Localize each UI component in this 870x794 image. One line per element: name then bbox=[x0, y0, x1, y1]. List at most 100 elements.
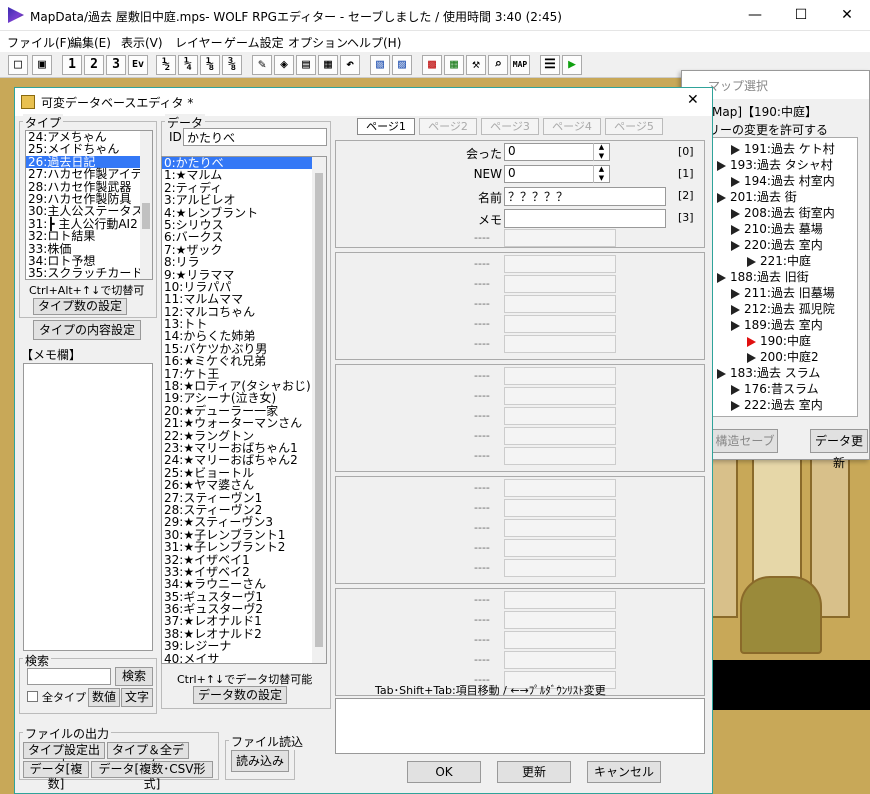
data-list-item[interactable]: 14:からくた姉弟 bbox=[162, 330, 326, 343]
id-input[interactable]: かたりべ bbox=[183, 128, 327, 146]
menu-game-settings[interactable]: ゲーム設定 bbox=[224, 34, 284, 51]
data-list-item[interactable]: 6:バークス bbox=[162, 231, 326, 244]
permission-checkbox[interactable]: リーの変更を許可する bbox=[708, 121, 828, 138]
spin-arrows-icon[interactable]: ▲ ▼ bbox=[593, 165, 609, 183]
spin-arrows-icon[interactable]: ▲ ▼ bbox=[593, 143, 609, 161]
data-list-item[interactable]: 21:★ウォーターマンさん bbox=[162, 417, 326, 430]
data-count-button[interactable]: データ数の設定 bbox=[193, 686, 287, 704]
save-icon[interactable]: ▣ bbox=[32, 55, 52, 75]
menu-layer[interactable]: レイヤー bbox=[175, 34, 223, 51]
tree-node[interactable]: 220:過去 室内 bbox=[731, 236, 823, 253]
layer-1-button[interactable]: 1 bbox=[62, 55, 82, 75]
tree-node[interactable]: 211:過去 旧墓場 bbox=[731, 284, 835, 301]
zoom-2-icon[interactable]: ¼ bbox=[178, 55, 198, 75]
tree-node[interactable]: 194:過去 村室内 bbox=[731, 172, 835, 189]
cancel-button[interactable]: キャンセル bbox=[587, 761, 661, 783]
tree-node[interactable]: 210:過去 墓場 bbox=[731, 220, 823, 237]
tree-node[interactable]: 176:昔スラム bbox=[731, 380, 819, 397]
data-list-item[interactable]: 39:レジーナ bbox=[162, 640, 326, 653]
tab-page-5[interactable]: ページ5 bbox=[605, 118, 663, 135]
memo-textarea[interactable] bbox=[23, 363, 153, 651]
map-settings-icon[interactable]: ▧ bbox=[370, 55, 390, 75]
data-multi-output-button[interactable]: データ[複数] bbox=[23, 761, 89, 791]
undo-icon[interactable]: ↶ bbox=[340, 55, 360, 75]
database-icon[interactable]: ▦ bbox=[444, 55, 464, 75]
tool-icon[interactable]: ⚒ bbox=[466, 55, 486, 75]
chip-settings-icon[interactable]: ▩ bbox=[422, 55, 442, 75]
type-list-item[interactable]: 27:ハカセ作製アイテム bbox=[26, 168, 152, 181]
tree-node[interactable]: 222:過去 室内 bbox=[731, 396, 823, 413]
data-list-item[interactable]: 19:アシーナ(泣き女) bbox=[162, 392, 326, 405]
tab-page-4[interactable]: ページ4 bbox=[543, 118, 601, 135]
search-input[interactable] bbox=[27, 668, 111, 685]
field-memo-input[interactable] bbox=[504, 209, 666, 228]
close-button[interactable]: ✕ bbox=[824, 0, 870, 31]
type-list[interactable]: 24:アメちゃん 25:メイドちゃん 26:過去日記 27:ハカセ作製アイテム 28:ハ… bbox=[25, 130, 153, 280]
tree-node[interactable]: 189:過去 室内 bbox=[731, 316, 823, 333]
maximize-button[interactable]: ☐ bbox=[778, 0, 824, 31]
menu-edit[interactable]: 編集(E) bbox=[70, 34, 111, 51]
data-list[interactable]: 0:かたりべ 1:★マルム 2:ティディ 3:アルビレオ 4:★レンブラント 5:シリウス… bbox=[161, 156, 327, 664]
new-file-icon[interactable]: □ bbox=[8, 55, 28, 75]
type-list-item[interactable]: 25:メイドちゃん bbox=[26, 143, 152, 156]
fill-icon[interactable]: ◈ bbox=[274, 55, 294, 75]
scroll-thumb[interactable] bbox=[142, 203, 150, 229]
numeric-search-button[interactable]: 数値 bbox=[88, 688, 120, 707]
menu-options[interactable]: オプション bbox=[288, 34, 348, 51]
read-button[interactable]: 読み込み bbox=[231, 750, 289, 772]
list-icon[interactable]: ☰ bbox=[540, 55, 560, 75]
data-list-item[interactable]: 8:リラ bbox=[162, 256, 326, 269]
tree-node[interactable]: 191:過去 ケト村 bbox=[731, 140, 835, 157]
type-list-item[interactable]: 30:主人公ステータス2 bbox=[26, 205, 152, 218]
tree-node-selected[interactable]: 190:中庭 bbox=[747, 332, 811, 349]
data-list-item[interactable]: 24:★マリーおばちゃん2 bbox=[162, 454, 326, 467]
event-layer-button[interactable]: Ev bbox=[128, 55, 148, 75]
tab-page-1[interactable]: ページ1 bbox=[357, 118, 415, 135]
type-list-item[interactable]: 35:スクラッチカード bbox=[26, 267, 152, 279]
structure-save-button[interactable]: 構造セーブ bbox=[712, 429, 778, 453]
rect-icon[interactable]: ▤ bbox=[296, 55, 316, 75]
tree-node[interactable]: 193:過去 タシャ村 bbox=[717, 156, 833, 173]
text-search-button[interactable]: 文字 bbox=[121, 688, 153, 707]
update-button[interactable]: 更新 bbox=[497, 761, 571, 783]
zoom-1-icon[interactable]: ½ bbox=[156, 55, 176, 75]
data-list-item[interactable]: 34:★ラウニーさん bbox=[162, 578, 326, 591]
tree-node[interactable]: 212:過去 孤児院 bbox=[731, 300, 835, 317]
data-list-item[interactable]: 1:★マルム bbox=[162, 169, 326, 182]
tree-node[interactable]: 221:中庭 bbox=[747, 252, 811, 269]
search-icon[interactable]: ⌕ bbox=[488, 55, 508, 75]
data-list-item[interactable]: 29:★スティーヴン3 bbox=[162, 516, 326, 529]
data-csv-output-button[interactable]: データ[複数･CSV形式] bbox=[91, 761, 213, 791]
data-list-item[interactable]: 11:マルムママ bbox=[162, 293, 326, 306]
layer-3-button[interactable]: 3 bbox=[106, 55, 126, 75]
data-update-button[interactable]: データ更新 bbox=[810, 429, 868, 470]
search-button[interactable]: 検索 bbox=[115, 667, 153, 686]
zoom-3-icon[interactable]: ⅛ bbox=[200, 55, 220, 75]
data-list-item[interactable]: 37:★レオナルド1 bbox=[162, 615, 326, 628]
map-icon[interactable]: MAP bbox=[510, 55, 530, 75]
end-icon[interactable]: ▨ bbox=[392, 55, 412, 75]
type-list-scrollbar[interactable] bbox=[140, 131, 152, 279]
tree-node[interactable]: 208:過去 街室内 bbox=[731, 204, 835, 221]
menu-view[interactable]: 表示(V) bbox=[121, 34, 163, 51]
dialog-close-button[interactable]: ✕ bbox=[687, 92, 699, 108]
tab-page-3[interactable]: ページ3 bbox=[481, 118, 539, 135]
pencil-icon[interactable]: ✎ bbox=[252, 55, 272, 75]
map-tree[interactable]: 191:過去 ケト村 193:過去 タシャ村 194:過去 村室内 201:過去… bbox=[712, 137, 858, 417]
tree-node[interactable]: 201:過去 街 bbox=[717, 188, 797, 205]
data-list-item[interactable]: 16:★ミケぐれ兄弟 bbox=[162, 355, 326, 368]
data-list-item[interactable]: 31:★子レンブラント2 bbox=[162, 541, 326, 554]
minimize-button[interactable]: — bbox=[732, 0, 778, 31]
all-types-checkbox[interactable] bbox=[27, 691, 38, 702]
scroll-thumb[interactable] bbox=[315, 173, 323, 647]
layer-2-button[interactable]: 2 bbox=[84, 55, 104, 75]
tree-node[interactable]: 188:過去 旧街 bbox=[717, 268, 809, 285]
select-icon[interactable]: ▦ bbox=[318, 55, 338, 75]
type-count-button[interactable]: タイプ数の設定 bbox=[33, 298, 127, 315]
type-output-button[interactable]: タイプ設定出力 bbox=[23, 742, 105, 772]
field-name-input[interactable]: ？？？？？ bbox=[504, 187, 666, 206]
type-content-button[interactable]: タイプの内容設定 bbox=[33, 320, 141, 340]
menu-help[interactable]: ヘルプ(H) bbox=[347, 34, 401, 51]
type-list-item[interactable]: 32:ロト結果 bbox=[26, 230, 152, 243]
tree-node[interactable]: 200:中庭2 bbox=[747, 348, 819, 365]
